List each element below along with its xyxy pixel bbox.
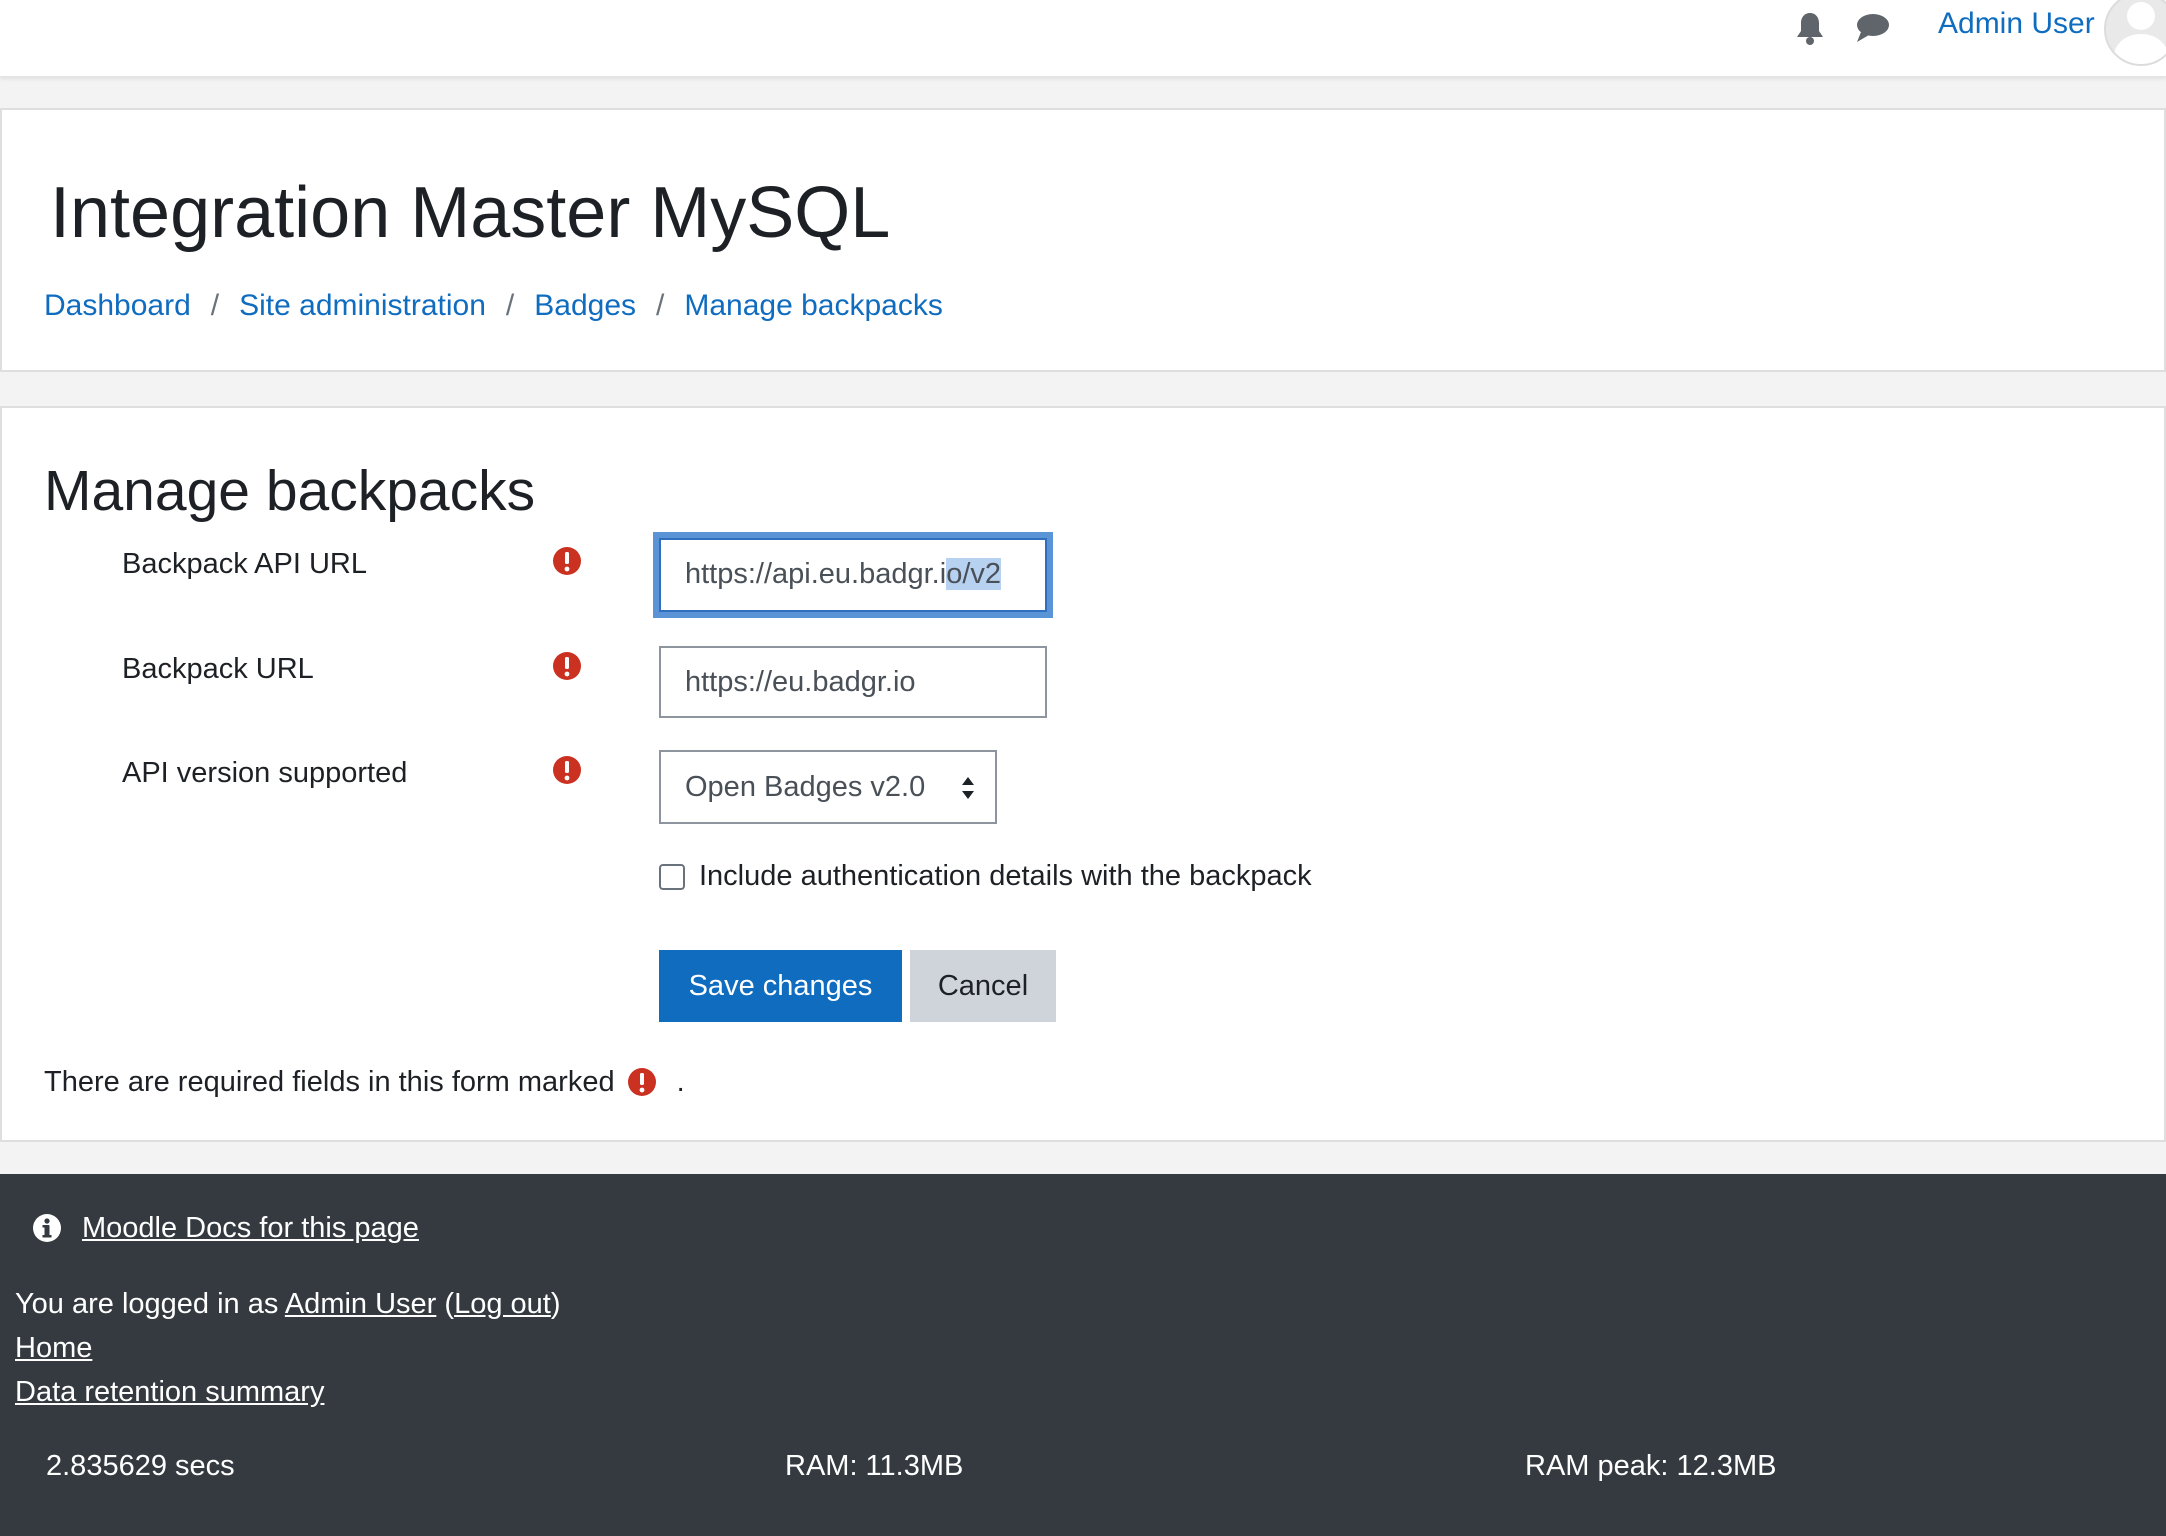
api-version-selected: Open Badges v2.0	[685, 771, 926, 803]
chat-icon[interactable]	[1853, 8, 1893, 48]
breadcrumb-badges[interactable]: Badges	[534, 286, 636, 326]
moodle-docs-link[interactable]: Moodle Docs for this page	[82, 1210, 419, 1246]
data-retention-row: Data retention summary	[15, 1374, 324, 1410]
breadcrumb-manage-backpacks[interactable]: Manage backpacks	[684, 286, 943, 326]
main-content: Manage backpacks Backpack API URL https:…	[0, 406, 2166, 1142]
save-button[interactable]: Save changes	[659, 950, 902, 1022]
select-arrows-icon	[962, 777, 974, 799]
required-note-period: .	[676, 1066, 685, 1098]
page-header: Integration Master MySQL Dashboard / Sit…	[0, 108, 2166, 372]
breadcrumb-separator: /	[505, 289, 515, 322]
required-note-text: There are required fields in this form m…	[44, 1066, 615, 1098]
perf-ram: RAM: 11.3MB	[785, 1450, 964, 1482]
user-menu-link[interactable]: Admin User	[1938, 6, 2095, 42]
logout-link[interactable]: Log out	[454, 1288, 551, 1320]
backpack-url-label: Backpack URL	[122, 653, 314, 685]
breadcrumb-site-administration[interactable]: Site administration	[239, 286, 486, 326]
logged-in-user-link[interactable]: Admin User	[285, 1288, 437, 1320]
docs-row: Moodle Docs for this page	[32, 1210, 419, 1246]
api-url-selected-text: o/v2	[946, 558, 1002, 590]
logout-paren-close: )	[550, 1288, 561, 1320]
bell-icon[interactable]	[1790, 8, 1830, 48]
required-fields-note: There are required fields in this form m…	[44, 1064, 685, 1100]
data-retention-link[interactable]: Data retention summary	[15, 1376, 324, 1408]
breadcrumb: Dashboard / Site administration / Badges…	[44, 286, 943, 326]
breadcrumb-separator: /	[656, 289, 665, 322]
api-version-label: API version supported	[122, 757, 408, 789]
site-title: Integration Master MySQL	[50, 173, 891, 253]
include-auth-checkbox[interactable]	[659, 864, 685, 890]
required-icon	[553, 547, 581, 575]
logout-paren-open: (	[444, 1288, 455, 1320]
include-auth-label[interactable]: Include authentication details with the …	[699, 858, 1312, 894]
api-version-select[interactable]: Open Badges v2.0	[659, 750, 997, 824]
avatar-head	[2127, 2, 2155, 30]
required-icon	[553, 756, 581, 784]
top-navbar: Admin User	[0, 0, 2166, 77]
logged-in-info: You are logged in as Admin User (Log out…	[15, 1286, 561, 1322]
home-row: Home	[15, 1330, 92, 1366]
page-title: Manage backpacks	[44, 459, 536, 523]
breadcrumb-dashboard[interactable]: Dashboard	[44, 286, 191, 326]
info-icon	[33, 1214, 61, 1242]
api-url-input[interactable]: https://api.eu.badgr.io/v2	[653, 532, 1053, 618]
breadcrumb-separator: /	[210, 289, 220, 322]
api-url-value: https://api.eu.badgr.i	[685, 558, 947, 590]
backpack-url-input[interactable]: https://eu.badgr.io	[659, 646, 1047, 718]
logged-in-prefix: You are logged in as	[15, 1288, 279, 1320]
avatar[interactable]	[2104, 0, 2166, 66]
api-url-label: Backpack API URL	[122, 548, 367, 580]
perf-secs: 2.835629 secs	[46, 1450, 235, 1482]
home-link[interactable]: Home	[15, 1332, 92, 1364]
avatar-body	[2114, 34, 2166, 64]
required-icon	[553, 652, 581, 680]
cancel-button[interactable]: Cancel	[910, 950, 1056, 1022]
perf-ram-peak: RAM peak: 12.3MB	[1525, 1450, 1777, 1482]
page-footer: Moodle Docs for this page You are logged…	[0, 1174, 2166, 1536]
required-icon	[627, 1068, 656, 1096]
